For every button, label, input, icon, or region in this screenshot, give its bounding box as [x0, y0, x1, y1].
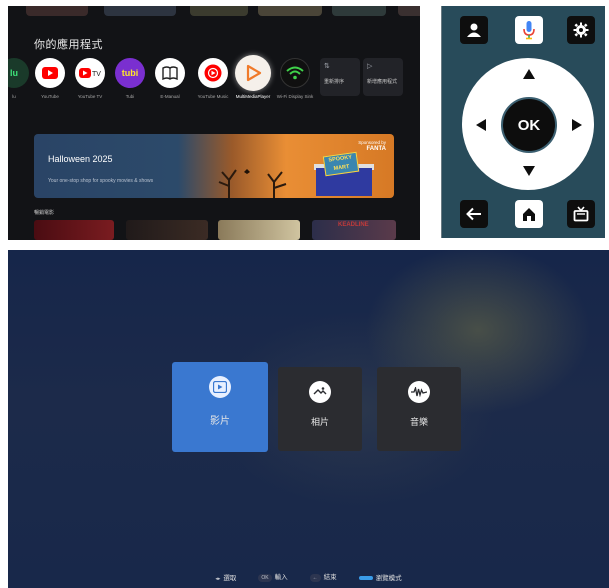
sponsor-brand: FANTA	[366, 146, 386, 152]
dpad-right-arrow-icon[interactable]	[572, 119, 582, 131]
promo-banner[interactable]: Halloween 2025 Your one-stop shop for sp…	[34, 134, 394, 198]
top-row-thumbnail[interactable]	[104, 6, 176, 16]
video-icon	[209, 376, 231, 398]
app-multimedia-player[interactable]: MultiMediaPlayer	[233, 55, 273, 100]
youtube-music-icon	[198, 58, 228, 88]
control-hints-bar: ◂▸ 選取 OK 輸入 ← 結束 瀏覽模式	[8, 571, 609, 582]
tubi-icon: tubi	[115, 58, 145, 88]
app-youtube-tv[interactable]: TV YouTube TV	[70, 58, 110, 100]
hint-select-label: 選取	[223, 574, 237, 582]
microphone-icon	[523, 21, 535, 40]
movies-row-title: 暢銷電影	[34, 210, 55, 216]
hint-select: ◂▸ 選取	[215, 572, 236, 582]
voice-button[interactable]	[515, 16, 543, 44]
app-label: YouTube TV	[77, 94, 103, 99]
home-button[interactable]	[515, 200, 543, 228]
banner-subtitle: Your one-stop shop for spooky movies & s…	[48, 178, 154, 184]
top-row-thumbnail[interactable]	[190, 6, 248, 16]
back-key-icon: ←	[309, 574, 321, 582]
video-tile[interactable]: 影片	[172, 362, 268, 452]
tv-home-screen: 你的應用程式 lu lu YouTube TV YouTube TV tubi …	[8, 6, 420, 240]
tubi-icon-text: tubi	[121, 68, 139, 78]
reorder-label: 重新排序	[324, 79, 345, 85]
app-youtube[interactable]: YouTube	[30, 58, 70, 100]
left-right-arrows-icon: ◂▸	[215, 575, 221, 582]
banner-title: Halloween 2025	[48, 154, 113, 164]
app-label: MultiMediaPlayer	[235, 94, 271, 99]
back-arrow-icon	[466, 207, 481, 221]
add-apps-label: 新增應用程式	[367, 79, 398, 85]
music-tile[interactable]: 音樂	[377, 367, 461, 451]
tree-silhouette-icon	[218, 169, 287, 198]
top-row-thumbnail[interactable]	[258, 6, 322, 16]
reorder-apps-tile[interactable]: ⇅ 重新排序	[320, 58, 360, 96]
hint-browse-label: 瀏覽模式	[375, 574, 402, 582]
app-label: Wi-Fi Display Sink	[276, 94, 314, 99]
app-tubi[interactable]: tubi Tubi	[110, 58, 150, 100]
back-button[interactable]	[460, 200, 488, 228]
gear-icon	[573, 22, 589, 38]
movie-thumbnail[interactable]	[34, 220, 114, 240]
youtube-icon	[35, 58, 65, 88]
movie-thumbnail[interactable]: KEADLINE	[312, 220, 396, 240]
top-row-thumbnail[interactable]	[332, 6, 386, 16]
tv-input-button[interactable]	[567, 200, 595, 228]
remote-divider	[441, 6, 442, 238]
media-player-screen: 影片 相片 音樂 ◂▸ 選取 OK 輸入 ← 結束 瀏覽模式	[8, 250, 609, 588]
photo-tile[interactable]: 相片	[278, 367, 362, 451]
app-label: E-Manual	[160, 94, 180, 99]
video-label: 影片	[210, 416, 230, 427]
add-apps-tile[interactable]: ▷ 新增應用程式	[363, 58, 403, 96]
ok-button[interactable]: OK	[501, 97, 557, 153]
app-label: YouTube Music	[197, 94, 229, 99]
photo-label: 相片	[310, 417, 329, 427]
hint-exit: ← 結束	[309, 571, 337, 582]
app-wifi-display[interactable]: Wi-Fi Display Sink	[275, 58, 315, 100]
hulu-icon: lu	[8, 58, 29, 88]
photo-icon	[309, 381, 331, 403]
hint-exit-label: 結束	[323, 574, 337, 581]
profile-button[interactable]	[460, 16, 488, 44]
top-row-thumbnail[interactable]	[26, 6, 88, 16]
book-icon	[155, 58, 185, 88]
youtube-tv-icon: TV	[75, 58, 105, 88]
hint-browse: 瀏覽模式	[358, 572, 402, 582]
top-row-thumbnail[interactable]	[398, 6, 420, 16]
app-label: Tubi	[125, 94, 135, 99]
home-icon	[523, 208, 535, 221]
music-waveform-icon	[408, 381, 430, 403]
add-app-icon: ▷	[367, 63, 373, 70]
dpad-left-arrow-icon[interactable]	[476, 119, 486, 131]
hint-enter: OK 輸入	[258, 571, 288, 582]
app-label: YouTube	[41, 94, 59, 99]
apps-section-title: 你的應用程式	[34, 39, 103, 51]
tv-icon	[573, 206, 589, 222]
ok-key-icon: OK	[258, 574, 272, 582]
dpad-up-arrow-icon[interactable]	[523, 69, 535, 79]
play-icon	[235, 55, 271, 91]
person-icon	[467, 23, 481, 37]
svg-text:TV: TV	[92, 71, 101, 78]
blue-key-icon	[358, 575, 373, 580]
banner-sponsor: Sponsored by FANTA	[358, 140, 386, 152]
dpad-down-arrow-icon[interactable]	[523, 166, 535, 176]
wifi-icon	[280, 58, 310, 88]
music-label: 音樂	[409, 417, 428, 427]
hint-enter-label: 輸入	[274, 574, 288, 581]
hulu-icon-text: lu	[10, 68, 18, 78]
movie-thumbnail[interactable]	[126, 220, 208, 240]
thumbnail-caption: KEADLINE	[338, 222, 369, 228]
app-e-manual[interactable]: E-Manual	[150, 58, 190, 100]
settings-button[interactable]	[567, 16, 595, 44]
app-youtube-music[interactable]: YouTube Music	[193, 58, 233, 100]
reorder-icon: ⇅	[324, 63, 330, 70]
stage: 你的應用程式 lu lu YouTube TV YouTube TV tubi …	[0, 0, 609, 588]
movie-thumbnail[interactable]	[218, 220, 300, 240]
